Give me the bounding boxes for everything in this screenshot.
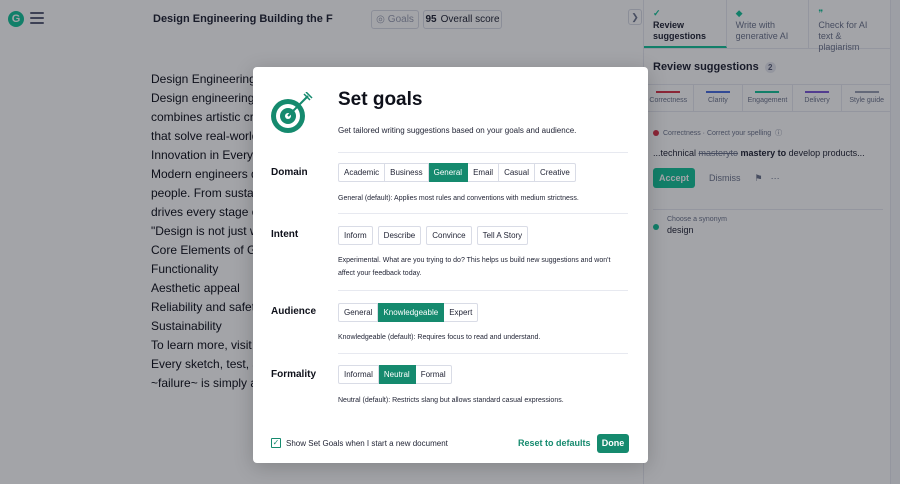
divider [338,353,628,354]
formality-option[interactable]: Informal [338,365,379,384]
domain-options: Academic Business General Email Casual Creati… [338,163,576,182]
audience-option[interactable]: General [338,303,379,322]
audience-label: Audience [271,306,317,317]
divider [338,152,628,153]
divider [338,213,628,214]
audience-option[interactable]: Knowledgeable [378,303,445,322]
done-button[interactable]: Done [597,434,629,453]
divider [338,290,628,291]
show-set-goals-checkbox[interactable]: ✓ [271,438,281,448]
formality-option[interactable]: Formal [415,365,452,384]
intent-option[interactable]: Inform [338,226,373,245]
set-goals-dialog: Set goals Get tailored writing suggestio… [253,67,648,463]
formality-description: Neutral (default): Restricts slang but a… [338,397,564,404]
target-goal-icon [271,92,313,133]
show-set-goals-label[interactable]: Show Set Goals when I start a new docume… [286,439,448,448]
domain-label: Domain [271,167,308,178]
domain-option[interactable]: Email [468,163,500,182]
audience-options: General Knowledgeable Expert [338,303,479,322]
domain-option[interactable]: Creative [534,163,576,182]
domain-option[interactable]: Casual [499,163,535,182]
reset-to-defaults-button[interactable]: Reset to defaults [518,438,591,448]
dialog-title: Set goals [338,89,423,110]
intent-option[interactable]: Convince [426,226,472,245]
formality-label: Formality [271,369,317,380]
audience-description: Knowledgeable (default): Requires focus … [338,334,541,341]
intent-option[interactable]: Tell A Story [476,226,529,245]
domain-option[interactable]: Business [385,163,429,182]
dialog-subtitle: Get tailored writing suggestions based o… [338,126,577,135]
audience-option[interactable]: Expert [444,303,479,322]
formality-option[interactable]: Neutral [378,365,416,384]
domain-option[interactable]: Academic [338,163,386,182]
intent-option[interactable]: Describe [377,226,422,245]
dialog-footer: ✓ Show Set Goals when I start a new docu… [271,434,630,454]
domain-option[interactable]: General [428,163,469,182]
formality-options: Informal Neutral Formal [338,365,452,384]
intent-description: Experimental. What are you trying to do?… [338,257,611,277]
intent-label: Intent [271,229,299,240]
domain-description: General (default): Applies most rules an… [338,195,579,202]
intent-options: Inform Describe Convince Tell A Story [338,226,529,245]
